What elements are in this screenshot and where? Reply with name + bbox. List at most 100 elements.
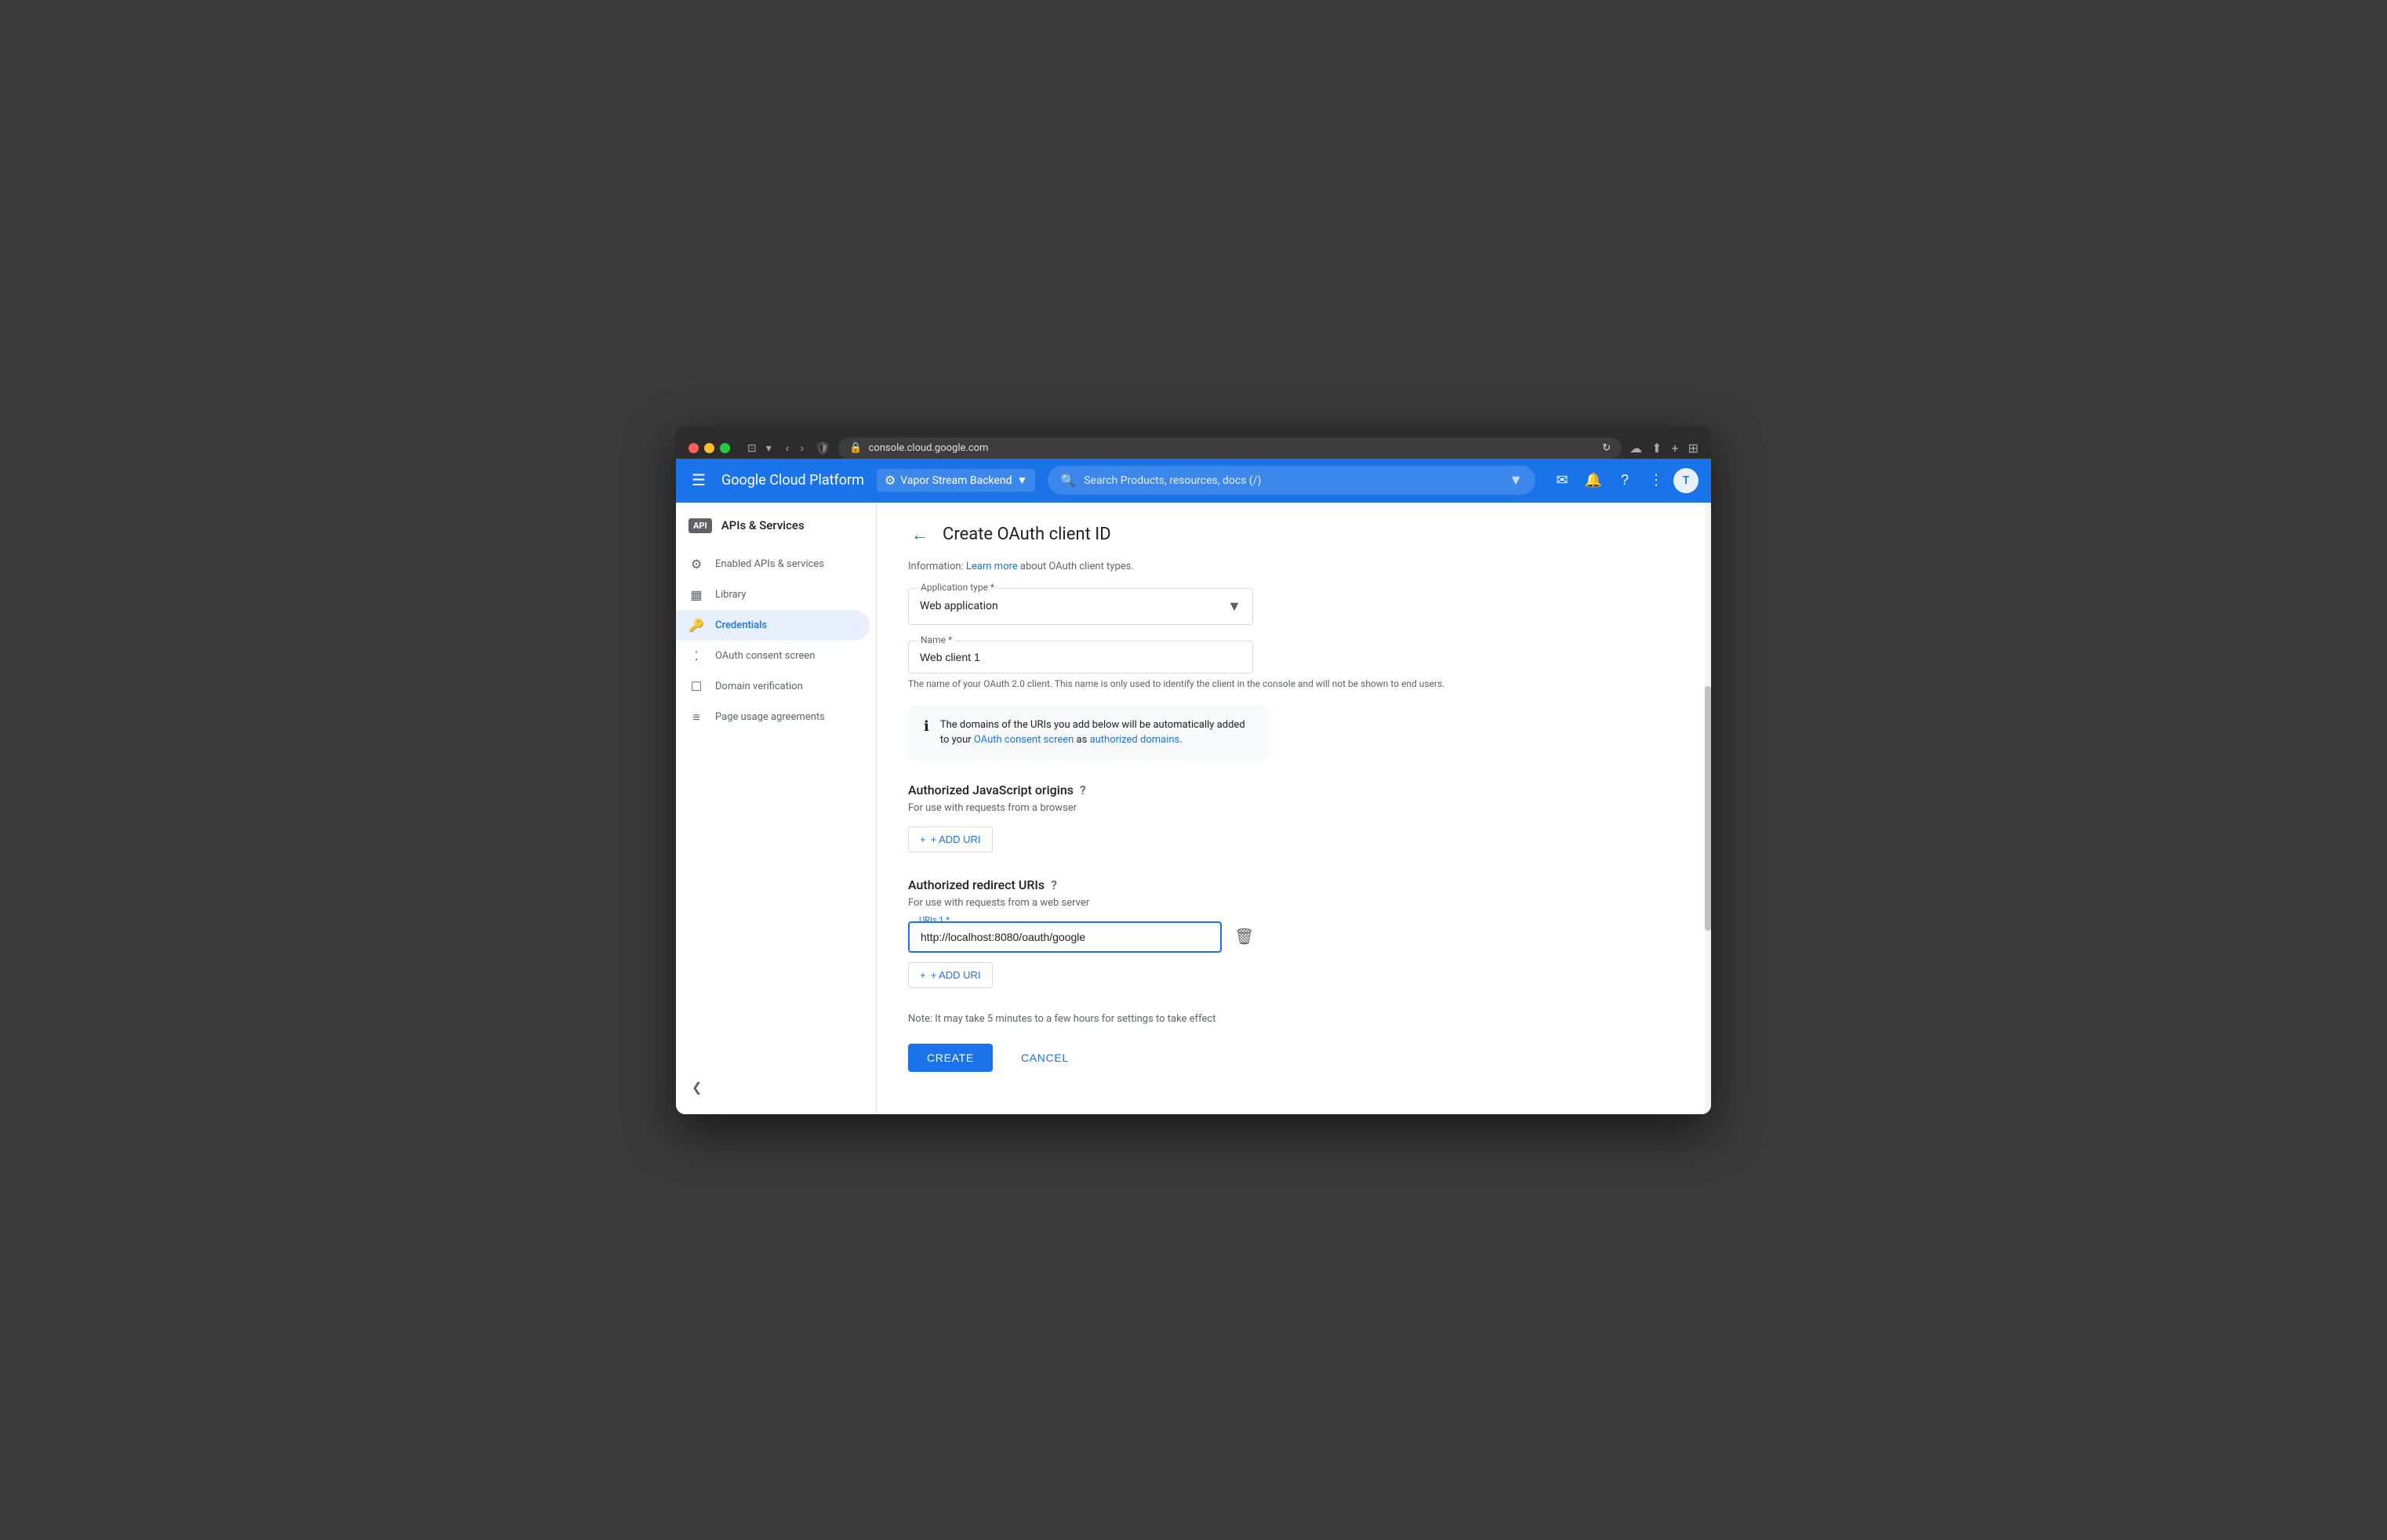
oauth-consent-screen-link[interactable]: OAuth consent screen (974, 734, 1074, 746)
search-icon: 🔍 (1060, 473, 1076, 488)
settings-icon: ⚙ (688, 557, 704, 572)
info-box: ℹ The domains of the URIs you add below … (908, 705, 1269, 761)
application-type-field: Application type * Web application ▼ (908, 588, 1680, 625)
js-origins-help-icon[interactable]: ? (1080, 783, 1086, 797)
hamburger-menu-button[interactable]: ☰ (688, 467, 709, 493)
action-buttons: CREATE CANCEL (908, 1044, 1680, 1072)
add-tab-icon[interactable]: + (1672, 441, 1679, 456)
main-layout: API APIs & Services ⚙ Enabled APIs & ser… (676, 503, 1711, 1114)
info-box-text: The domains of the URIs you add below wi… (940, 717, 1253, 748)
dropdown-arrow-icon: ▼ (1227, 598, 1241, 615)
redirect-uris-section: Authorized redirect URIs ? For use with … (908, 877, 1680, 988)
project-selector[interactable]: ⚙ Vapor Stream Backend ▼ (877, 469, 1035, 492)
scrollbar-track (1705, 503, 1711, 1114)
help-button[interactable]: ? (1611, 467, 1639, 495)
browser-titlebar: ⊡ ▾ ‹ › 🛡 🔒 console.cloud.google.com ↻ ☁… (676, 427, 1711, 459)
application-type-label: Application type * (917, 582, 997, 593)
sidebar-item-label: Credentials (715, 619, 767, 631)
project-name: Vapor Stream Backend (900, 474, 1012, 487)
oauth-icon: ⁚ (688, 648, 704, 663)
add-redirect-uri-button[interactable]: + + ADD URI (908, 962, 993, 988)
back-button[interactable]: ← (908, 521, 932, 548)
js-origins-section: Authorized JavaScript origins ? For use … (908, 783, 1680, 852)
name-label: Name * (917, 634, 955, 645)
add-js-origin-uri-button[interactable]: + + ADD URI (908, 826, 993, 852)
plus-icon: + (920, 969, 926, 981)
js-origins-subtitle: For use with requests from a browser (908, 802, 1680, 814)
sidebar-item-library[interactable]: ▦ Library (676, 579, 870, 610)
authorized-domains-link[interactable]: authorized domains (1090, 734, 1180, 746)
page-header: ← Create OAuth client ID (908, 521, 1680, 548)
nav-buttons: ‹ › (783, 438, 807, 457)
grid-icon[interactable]: ⊞ (1688, 441, 1699, 456)
sidebar-item-page-usage[interactable]: ≡ Page usage agreements (676, 702, 870, 733)
sidebar-title: APIs & Services (721, 518, 805, 532)
browser-controls: ⊡ ▾ ‹ › 🛡 🔒 console.cloud.google.com ↻ ☁… (688, 438, 1699, 459)
browser-forward-button[interactable]: › (797, 438, 807, 457)
create-button[interactable]: CREATE (908, 1044, 993, 1072)
sidebar-item-label: Domain verification (715, 681, 803, 692)
search-bar[interactable]: 🔍 Search Products, resources, docs (/) ▼ (1048, 466, 1535, 495)
maximize-window-button[interactable] (720, 443, 730, 453)
browser-window: ⊡ ▾ ‹ › 🛡 🔒 console.cloud.google.com ↻ ☁… (676, 427, 1711, 1114)
name-field: Name * The name of your OAuth 2.0 client… (908, 641, 1680, 689)
delete-uri-button[interactable]: 🗑 (1231, 924, 1257, 950)
share-icon[interactable]: ⬆ (1651, 441, 1662, 456)
redirect-uris-subtitle: For use with requests from a web server (908, 897, 1680, 909)
domain-icon: ☐ (688, 679, 704, 694)
brand-logo: Google Cloud Platform (721, 472, 864, 489)
brand-text: Google Cloud Platform (721, 472, 864, 489)
name-input[interactable] (908, 641, 1253, 674)
sidebar-item-oauth-consent[interactable]: ⁚ OAuth consent screen (676, 641, 870, 671)
redirect-uris-help-icon[interactable]: ? (1051, 877, 1057, 892)
application-type-select[interactable]: Web application ▼ (908, 588, 1253, 625)
sidebar-item-label: Page usage agreements (715, 711, 825, 723)
security-icon: 🛡 (815, 441, 830, 456)
user-avatar[interactable]: T (1673, 468, 1699, 493)
url-text: console.cloud.google.com (869, 442, 989, 454)
project-dropdown-icon: ▼ (1017, 474, 1028, 487)
top-nav: ☰ Google Cloud Platform ⚙ Vapor Stream B… (676, 459, 1711, 503)
sidebar-item-label: OAuth consent screen (715, 650, 815, 662)
browser-actions: ☁ ⬆ + ⊞ (1629, 441, 1699, 456)
notifications-email-button[interactable]: ✉ (1548, 467, 1576, 495)
more-options-button[interactable]: ⋮ (1642, 467, 1670, 495)
browser-back-button[interactable]: ‹ (783, 438, 793, 457)
traffic-lights (688, 443, 730, 453)
learn-more-link[interactable]: Learn more (966, 561, 1018, 572)
cancel-button[interactable]: CANCEL (1002, 1044, 1088, 1072)
sidebar-item-enabled-apis[interactable]: ⚙ Enabled APIs & services (676, 549, 870, 579)
collapse-sidebar-button[interactable]: ❮ (688, 1077, 705, 1099)
user-initial: T (1683, 474, 1690, 487)
uri-input[interactable] (908, 921, 1222, 953)
refresh-icon[interactable]: ↻ (1602, 442, 1611, 454)
cloud-icon: ☁ (1629, 441, 1642, 456)
application-type-value: Web application (920, 600, 998, 612)
page-icon: ≡ (688, 710, 704, 725)
search-dropdown-icon: ▼ (1509, 472, 1523, 489)
sidebar-nav: ⚙ Enabled APIs & services ▦ Library 🔑 Cr… (676, 549, 876, 733)
scrollbar-thumb[interactable] (1705, 686, 1711, 931)
info-circle-icon: ℹ (924, 718, 929, 735)
back-arrow-icon: ← (911, 525, 928, 545)
sidebar-bottom: ❮ (676, 1067, 876, 1108)
lock-icon: 🔒 (849, 442, 862, 454)
sidebar-toggle-button[interactable]: ⊡ (744, 438, 760, 458)
uri-field-wrapper: URIs 1 * (908, 921, 1222, 953)
sidebar-item-label: Library (715, 589, 746, 601)
notifications-bell-button[interactable]: 🔔 (1579, 467, 1608, 495)
sidebar: API APIs & Services ⚙ Enabled APIs & ser… (676, 503, 877, 1114)
sidebar-item-domain-verification[interactable]: ☐ Domain verification (676, 671, 870, 702)
plus-icon: + (920, 834, 926, 845)
api-badge: API (688, 518, 712, 533)
address-bar[interactable]: 🔒 console.cloud.google.com ↻ (838, 438, 1622, 459)
key-icon: 🔑 (688, 618, 704, 633)
chevron-down-icon[interactable]: ▾ (763, 438, 775, 458)
sidebar-item-credentials[interactable]: 🔑 Credentials (676, 610, 870, 641)
content-area: ← Create OAuth client ID Information: Le… (877, 503, 1711, 1114)
close-window-button[interactable] (688, 443, 699, 453)
minimize-window-button[interactable] (704, 443, 714, 453)
info-text: Information: Learn more about OAuth clie… (908, 561, 1680, 572)
window-controls-group: ⊡ ▾ (744, 438, 775, 458)
js-origins-title: Authorized JavaScript origins ? (908, 783, 1680, 797)
